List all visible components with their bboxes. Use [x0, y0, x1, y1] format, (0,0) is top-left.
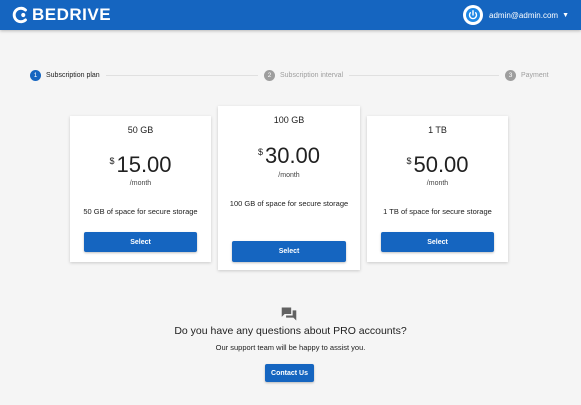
step-subscription-plan[interactable]: 1 Subscription plan	[30, 68, 100, 82]
plan-price: $ 30.00	[218, 144, 360, 168]
currency-symbol: $	[109, 156, 115, 166]
plan-description: 1 TB of space for secure storage	[383, 207, 492, 216]
step-payment[interactable]: 3 Payment	[505, 68, 549, 82]
logo-icon	[12, 6, 27, 24]
avatar[interactable]	[463, 5, 484, 25]
plan-name: 100 GB	[273, 115, 305, 125]
caret-down-icon[interactable]: ▼	[562, 12, 569, 19]
step-subscription-interval[interactable]: 2 Subscription interval	[264, 68, 344, 82]
plan-card-1tb: 1 TB $ 50.00 /month 1 TB of space for se…	[367, 116, 508, 262]
price-amount: 30.00	[264, 143, 321, 168]
plan-description: 50 GB of space for secure storage	[83, 207, 198, 216]
plan-card-100gb: 100 GB $ 30.00 /month 100 GB of space fo…	[218, 106, 360, 270]
price-amount: 15.00	[116, 152, 172, 177]
select-plan-button[interactable]: Select	[381, 232, 494, 252]
plan-card-50gb: 50 GB $ 15.00 /month 50 GB of space for …	[70, 116, 211, 262]
plan-name: 1 TB	[428, 125, 447, 135]
step-divider	[349, 75, 499, 76]
currency-symbol: $	[257, 147, 263, 157]
price-amount: 50.00	[413, 152, 469, 177]
billing-period: /month	[129, 180, 152, 187]
power-avatar-icon	[466, 8, 481, 22]
select-plan-button[interactable]: Select	[84, 232, 197, 252]
plan-price: $ 50.00	[367, 153, 508, 177]
step-divider	[106, 75, 258, 76]
top-bar: BEDRIVE admin@admin.com ▼	[0, 0, 581, 30]
step-number: 3	[505, 69, 516, 81]
checkout-stepper: 1 Subscription plan 2 Subscription inter…	[30, 68, 549, 82]
support-subtitle: Our support team will be happy to assist…	[215, 343, 366, 352]
account-email[interactable]: admin@admin.com	[489, 11, 558, 20]
logo-text: BEDRIVE	[32, 5, 112, 24]
chat-bubbles-icon	[281, 307, 297, 321]
step-label: Payment	[521, 71, 549, 79]
select-plan-button[interactable]: Select	[232, 241, 346, 262]
billing-period: /month	[278, 172, 300, 179]
billing-period: /month	[426, 180, 449, 187]
step-number: 1	[30, 69, 41, 81]
support-title: Do you have any questions about PRO acco…	[174, 325, 407, 337]
step-label: Subscription interval	[280, 71, 344, 79]
step-label: Subscription plan	[46, 71, 100, 79]
contact-us-button[interactable]: Contact Us	[265, 364, 314, 382]
step-number: 2	[264, 69, 275, 81]
plan-name: 50 GB	[127, 125, 154, 135]
logo[interactable]: BEDRIVE	[12, 5, 111, 25]
plan-price: $ 15.00	[70, 153, 211, 177]
account-menu[interactable]: admin@admin.com ▼	[463, 4, 569, 26]
currency-symbol: $	[406, 156, 412, 166]
plan-description: 100 GB of space for secure storage	[229, 199, 349, 208]
